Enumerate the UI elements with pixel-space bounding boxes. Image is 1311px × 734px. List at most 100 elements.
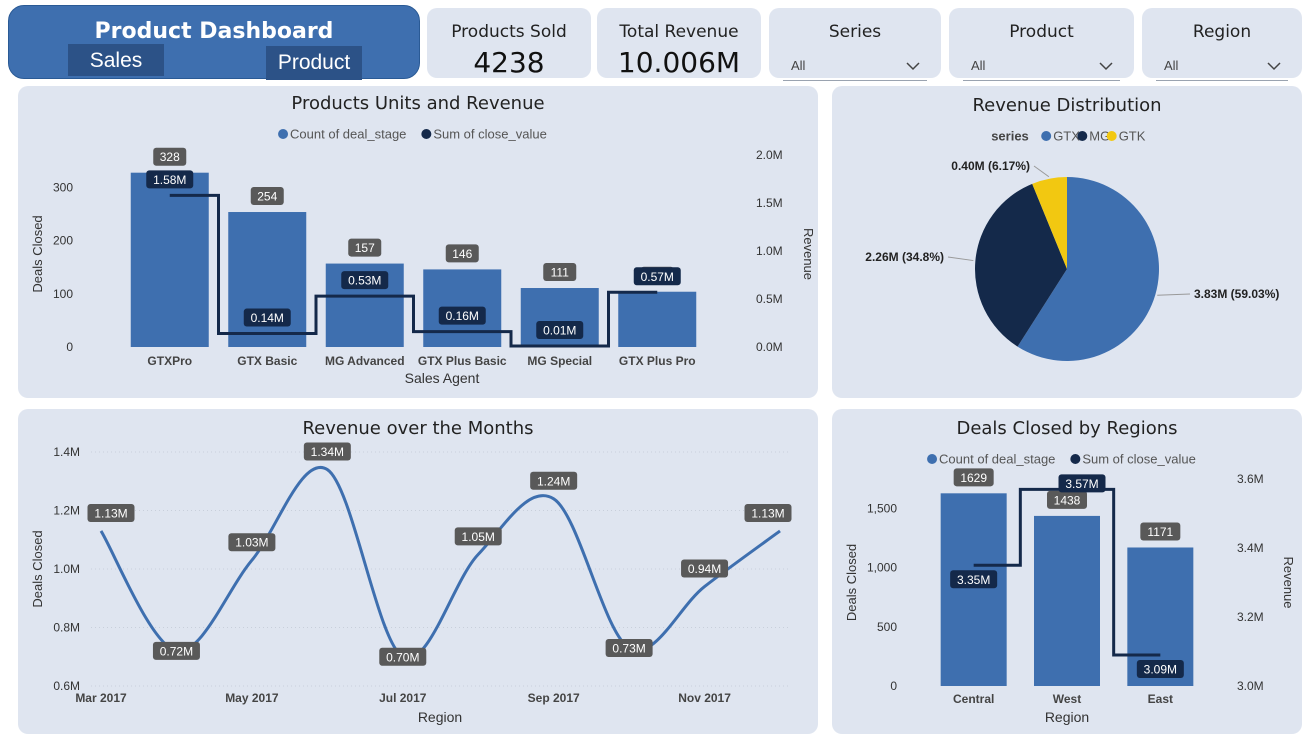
nav-button-sales[interactable]: Sales (68, 44, 164, 76)
chart-card-revenue-distribution: Revenue Distribution series GTX MG GTK 3.83M… (832, 86, 1302, 398)
dashboard-title: Product Dashboard (94, 19, 334, 44)
slicer-region: Region All (1142, 8, 1302, 81)
y2-tick-label: 3.0M (1237, 679, 1264, 693)
deals-regions-chart: Count of deal_stage Sum of close_value 0 50… (844, 452, 1296, 726)
legend-title: series (991, 129, 1029, 144)
kpi-card-products-sold: Products Sold 4238 (427, 8, 591, 79)
y2-axis-label: Revenue (1281, 556, 1296, 608)
legend-marker (1070, 454, 1081, 464)
line-data-label: 0.53M (348, 274, 381, 288)
line-data-label: 0.70M (386, 650, 419, 664)
y-tick-label: 1.4M (53, 445, 80, 459)
y-tick-label: 1,000 (867, 561, 897, 575)
bar-data-label: 146 (452, 247, 472, 261)
line-data-label: 0.01M (543, 324, 576, 338)
kpi-label: Products Sold (451, 22, 567, 42)
nav-button-product[interactable]: Product (266, 46, 362, 80)
bar-data-label: 1171 (1147, 525, 1173, 539)
legend-marker (278, 129, 289, 139)
slicer-label: Series (828, 22, 882, 42)
kpi-value: 4238 (473, 46, 545, 79)
pie-data-label: 3.83M (59.03%) (1194, 287, 1279, 301)
legend-marker (1106, 131, 1117, 141)
line-data-label: 1.05M (462, 530, 495, 544)
y-tick-label: 1.2M (53, 504, 80, 518)
legend-item: Count of deal_stage (290, 127, 406, 142)
pie-leader-line (1157, 293, 1191, 296)
line-data-label: 1.13M (751, 506, 784, 520)
slicer-label: Product (1009, 22, 1074, 42)
slicer-value: All (1164, 58, 1179, 73)
slicer-value: All (791, 58, 806, 73)
kpi-card-total-revenue: Total Revenue 10.006M (597, 8, 761, 79)
line-data-label: 0.73M (612, 641, 645, 655)
bar-data-label: 111 (551, 266, 570, 280)
y2-tick-label: 3.4M (1237, 541, 1264, 555)
x-tick-label: MG Special (527, 354, 592, 368)
y2-tick-label: 0.5M (756, 292, 783, 306)
slicer-dropdown[interactable]: All (1156, 50, 1288, 81)
y2-tick-label: 1.0M (756, 244, 783, 258)
line-data-label: 1.34M (311, 445, 344, 459)
line-data-label: 3.09M (1144, 662, 1177, 676)
y-tick-label: 0 (890, 679, 897, 693)
bar (940, 493, 1007, 686)
pie-leader-line (1033, 165, 1050, 178)
pie-leader-line (947, 256, 974, 262)
y2-axis-label: Revenue (801, 228, 816, 280)
bar (1034, 515, 1100, 686)
revenue-months-chart: 0.6M0.8M1.0M1.2M1.4MDeals ClosedMar 2017… (30, 442, 792, 725)
slicer-label: Region (1192, 22, 1252, 42)
y-tick-label: 0.8M (53, 621, 80, 635)
dashboard-header: Product Dashboard Sales Product (8, 5, 420, 80)
series-line (99, 465, 781, 660)
line-data-label: 1.03M (235, 536, 268, 550)
y-axis-label: Deals Closed (30, 530, 45, 607)
x-tick-label: Sep 2017 (528, 691, 580, 705)
y2-tick-label: 3.2M (1237, 610, 1264, 624)
line-data-label: 0.94M (688, 562, 721, 576)
bar-data-label: 1629 (960, 471, 987, 485)
line-data-label: 3.57M (1065, 477, 1098, 491)
line-data-label: 1.13M (94, 506, 127, 520)
chevron-down-icon (1099, 62, 1113, 71)
x-tick-label: GTX Plus Pro (619, 354, 696, 368)
chevron-down-icon (1267, 62, 1281, 71)
slicer-series: Series All (769, 8, 941, 81)
y2-tick-label: 1.5M (756, 196, 783, 210)
y2-tick-label: 0.0M (756, 340, 783, 354)
x-tick-label: GTXPro (147, 354, 192, 368)
x-tick-label: GTX Plus Basic (418, 354, 507, 368)
legend-item: Count of deal_stage (939, 452, 1055, 467)
line-data-label: 0.72M (160, 644, 193, 658)
y-tick-label: 200 (53, 234, 73, 248)
chart-card-revenue-months: Revenue over the Months 0.6M 0.8M 1.0M 1.2M… (18, 409, 818, 734)
chart-card-deals-regions: Deals Closed by Regions Count of deal_st… (832, 409, 1302, 734)
slicer-product: Product All (949, 8, 1134, 81)
y-tick-label: 0 (66, 340, 73, 354)
x-axis-label: Sales Agent (405, 370, 480, 386)
slicer-dropdown[interactable]: All (783, 50, 927, 81)
x-tick-label: May 2017 (225, 691, 279, 705)
revenue-distribution-chart: series GTX MG GTK3.83M (59.03%)2.26M (34.8%… (865, 129, 1279, 362)
y-axis-label: Deals Closed (30, 215, 45, 292)
x-axis-label: Region (1045, 709, 1089, 725)
bar (228, 212, 307, 347)
x-tick-label: Nov 2017 (678, 691, 731, 705)
line-data-label: 0.16M (446, 309, 479, 323)
slicer-value: All (971, 58, 986, 73)
line-data-label: 1.58M (153, 173, 186, 187)
y2-tick-label: 2.0M (756, 148, 783, 162)
legend-item: Sum of close_value (1082, 452, 1195, 467)
slicer-dropdown[interactable]: All (963, 50, 1120, 81)
x-tick-label: East (1148, 692, 1173, 706)
y2-tick-label: 3.6M (1237, 472, 1264, 486)
x-tick-label: MG Advanced (325, 354, 405, 368)
legend-item: GTK (1119, 129, 1146, 144)
line-data-label: 1.24M (537, 474, 570, 488)
bar (130, 172, 209, 347)
legend-item: Sum of close_value (433, 127, 546, 142)
x-axis-label: Region (418, 709, 462, 725)
legend-marker (421, 129, 432, 139)
bar-data-label: 157 (355, 241, 375, 255)
